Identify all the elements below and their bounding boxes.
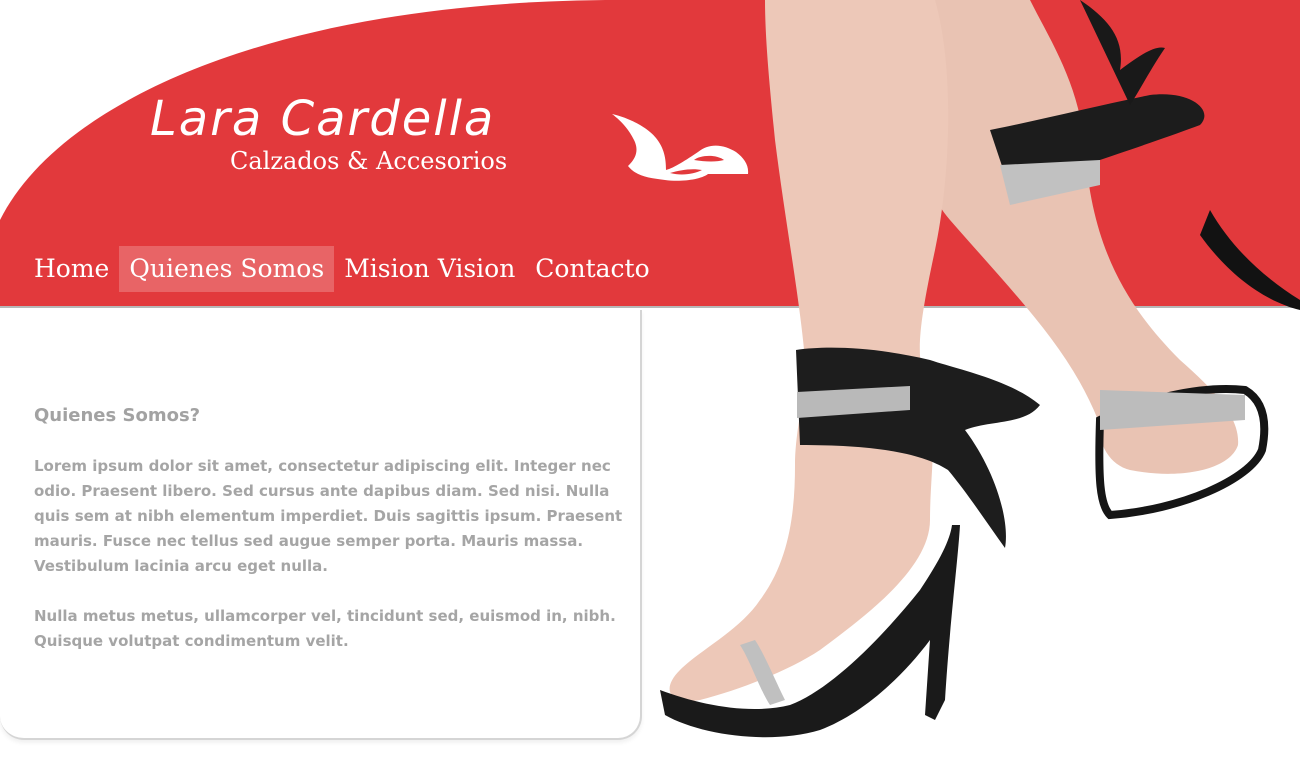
content-card-body: Quienes Somos? Lorem ipsum dolor sit ame… <box>34 405 629 679</box>
nav-item-mision-vision[interactable]: Mision Vision <box>334 246 525 292</box>
brand-tagline: Calzados & Accesorios <box>230 147 508 175</box>
nav-item-quienes-somos[interactable]: Quienes Somos <box>119 246 335 292</box>
brand: Lara Cardella Calzados & Accesorios <box>150 95 507 173</box>
nav-item-home[interactable]: Home <box>24 246 119 292</box>
brand-name: Lara Cardella <box>150 91 496 147</box>
nav-item-contacto[interactable]: Contacto <box>525 246 659 292</box>
paragraph-1: Lorem ipsum dolor sit amet, consectetur … <box>34 457 623 575</box>
content-card: Quienes Somos? Lorem ipsum dolor sit ame… <box>0 310 642 740</box>
main-nav: Home Quienes Somos Mision Vision Contact… <box>24 246 660 292</box>
section-title: Quienes Somos? <box>34 405 201 426</box>
page-root: Lara Cardella Calzados & Accesorios Home… <box>0 0 1300 768</box>
shoe-logo-icon <box>612 114 749 181</box>
paragraph-2: Nulla metus metus, ullamcorper vel, tinc… <box>34 607 616 650</box>
